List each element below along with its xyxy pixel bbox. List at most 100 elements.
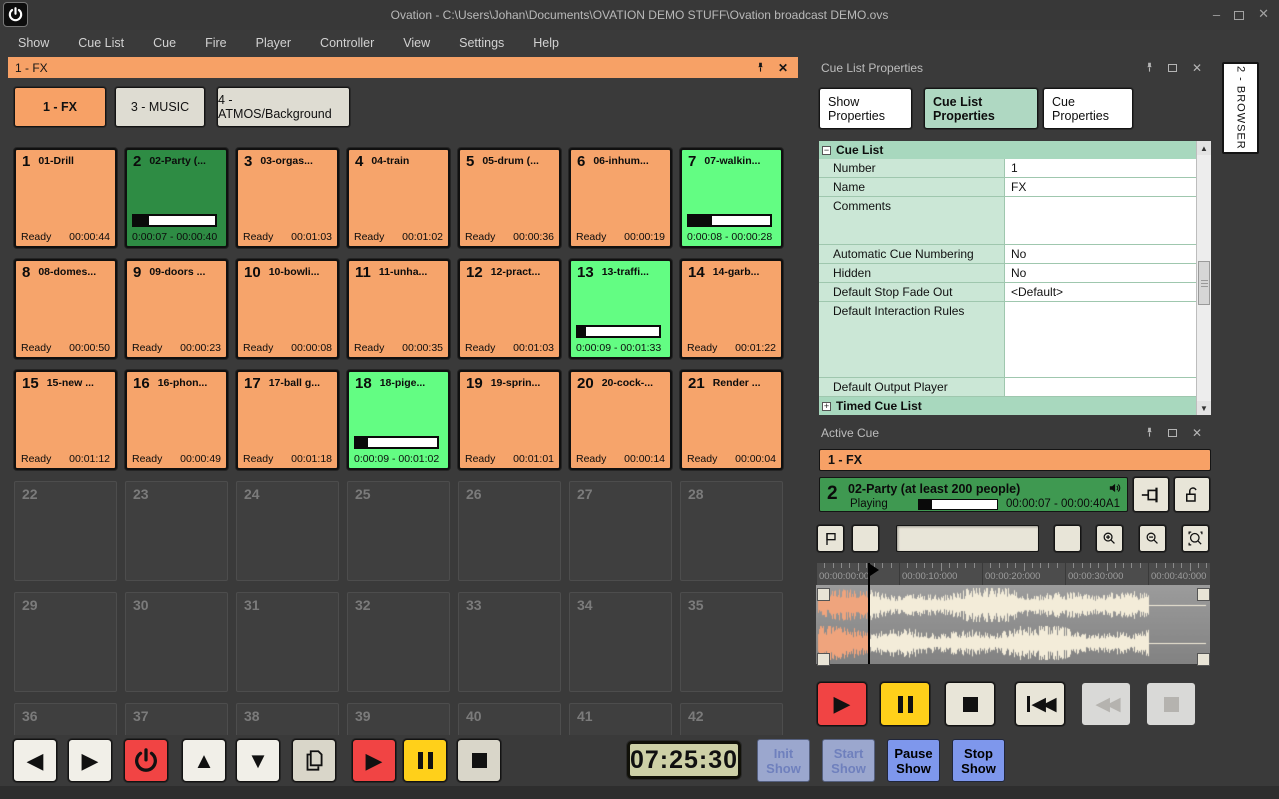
transport-skip-start-button[interactable]: ◀◀	[1015, 682, 1065, 726]
selection-handle-bottom-right[interactable]	[1197, 653, 1210, 666]
close-icon[interactable]: ✕	[1189, 425, 1205, 440]
close-icon[interactable]: ✕	[1189, 60, 1205, 75]
zoom-in-icon[interactable]	[1096, 525, 1123, 552]
pause-show-button[interactable]: Pause Show	[887, 739, 940, 782]
property-value[interactable]	[1004, 302, 1196, 377]
unlock-icon-button[interactable]	[1174, 477, 1210, 512]
cue-button-11[interactable]: 1111-unha...Ready00:00:35	[347, 259, 450, 359]
pin-icon[interactable]	[1141, 425, 1157, 440]
blank-button-2[interactable]	[1054, 525, 1081, 552]
close-icon[interactable]: ✕	[775, 60, 791, 75]
property-value[interactable]	[1004, 378, 1196, 396]
cue-button-12[interactable]: 1212-pract...Ready00:01:03	[458, 259, 561, 359]
cue-slot-28[interactable]: 28	[680, 481, 783, 581]
cue-slot-22[interactable]: 22	[14, 481, 117, 581]
minimize-button[interactable]: –	[1213, 7, 1220, 22]
selection-handle-bottom-left[interactable]	[817, 653, 830, 666]
cue-button-5[interactable]: 505-drum (...Ready00:00:36	[458, 148, 561, 248]
property-value[interactable]: 1	[1004, 159, 1196, 177]
playhead[interactable]	[868, 563, 870, 664]
cue-slot-33[interactable]: 33	[458, 592, 561, 692]
scrollbar-thumb[interactable]	[1198, 261, 1210, 305]
cue-slot-34[interactable]: 34	[569, 592, 672, 692]
browser-side-tab[interactable]: 2 - BROWSER	[1222, 62, 1259, 154]
transport-rewind-button[interactable]: ◀◀	[1081, 682, 1131, 726]
cue-button-3[interactable]: 303-orgas...Ready00:01:03	[236, 148, 339, 248]
property-value[interactable]: No	[1004, 264, 1196, 282]
menu-settings[interactable]: Settings	[459, 36, 504, 50]
cue-list-panel-header[interactable]: 1 - FX ✕	[8, 57, 798, 78]
tab-3-music[interactable]: 3 - MUSIC	[115, 87, 205, 127]
copy-pages-button[interactable]	[292, 739, 336, 782]
maximize-button[interactable]	[1234, 11, 1244, 20]
cue-slot-31[interactable]: 31	[236, 592, 339, 692]
stop-button[interactable]	[457, 739, 501, 782]
previous-cue-button[interactable]: ◀	[13, 739, 57, 782]
cue-button-21[interactable]: 21Render ...Ready00:00:04	[680, 370, 783, 470]
cue-slot-24[interactable]: 24	[236, 481, 339, 581]
cue-slot-39[interactable]: 39	[347, 703, 450, 735]
active-cue-bar[interactable]: 2 02-Party (at least 200 people) Playing…	[819, 477, 1128, 512]
transport-pause-button[interactable]	[880, 682, 930, 726]
property-value[interactable]: FX	[1004, 178, 1196, 196]
cue-slot-29[interactable]: 29	[14, 592, 117, 692]
menu-controller[interactable]: Controller	[320, 36, 374, 50]
pause-button[interactable]	[403, 739, 447, 782]
cue-slot-37[interactable]: 37	[125, 703, 228, 735]
marker-flag-button[interactable]	[817, 525, 844, 552]
close-button[interactable]: ✕	[1258, 6, 1269, 22]
cue-slot-40[interactable]: 40	[458, 703, 561, 735]
cue-slot-41[interactable]: 41	[569, 703, 672, 735]
menu-cue-list[interactable]: Cue List	[78, 36, 124, 50]
panic-power-button[interactable]	[124, 739, 168, 782]
cue-button-16[interactable]: 1616-phon...Ready00:00:49	[125, 370, 228, 470]
menu-player[interactable]: Player	[256, 36, 291, 50]
cue-button-7[interactable]: 707-walkin...0:00:08 - 00:00:28	[680, 148, 783, 248]
selection-handle-top-left[interactable]	[817, 588, 830, 601]
cue-slot-35[interactable]: 35	[680, 592, 783, 692]
cue-slot-42[interactable]: 42	[680, 703, 783, 735]
play-button[interactable]: ▶	[352, 739, 396, 782]
active-cue-panel-header[interactable]: Active Cue ✕	[815, 422, 1211, 443]
property-value[interactable]	[1004, 197, 1196, 244]
maximize-icon[interactable]	[1164, 60, 1180, 75]
menu-view[interactable]: View	[403, 36, 430, 50]
start-show-button[interactable]: Start Show	[822, 739, 875, 782]
cue-properties-button[interactable]: Cue Properties	[1043, 88, 1133, 129]
cue-button-10[interactable]: 1010-bowli...Ready00:00:08	[236, 259, 339, 359]
properties-panel-header[interactable]: Cue List Properties ✕	[815, 57, 1211, 78]
cue-slot-32[interactable]: 32	[347, 592, 450, 692]
move-up-button[interactable]: ▲	[182, 739, 226, 782]
property-group-cue-list[interactable]: −Cue List	[819, 141, 1196, 159]
cue-button-17[interactable]: 1717-ball g...Ready00:01:18	[236, 370, 339, 470]
cue-slot-36[interactable]: 36	[14, 703, 117, 735]
menu-help[interactable]: Help	[533, 36, 559, 50]
cue-list-properties-button[interactable]: Cue List Properties	[924, 88, 1038, 129]
cue-slot-27[interactable]: 27	[569, 481, 672, 581]
cue-button-19[interactable]: 1919-sprin...Ready00:01:01	[458, 370, 561, 470]
scroll-down-icon[interactable]: ▼	[1197, 401, 1211, 415]
cue-button-4[interactable]: 404-trainReady00:01:02	[347, 148, 450, 248]
transport-stop-button[interactable]	[945, 682, 995, 726]
transport-play-button[interactable]: ▶	[817, 682, 867, 726]
timecode-field[interactable]	[896, 525, 1039, 552]
cue-button-2[interactable]: 202-Party (...0:00:07 - 00:00:40	[125, 148, 228, 248]
scroll-up-icon[interactable]: ▲	[1197, 141, 1211, 155]
cue-button-18[interactable]: 1818-pige...0:00:09 - 00:01:02	[347, 370, 450, 470]
next-cue-button[interactable]: ▶	[68, 739, 112, 782]
cue-slot-23[interactable]: 23	[125, 481, 228, 581]
active-cue-list-bar[interactable]: 1 - FX	[819, 449, 1211, 471]
properties-scrollbar[interactable]: ▲ ▼	[1196, 141, 1211, 415]
zoom-fit-icon[interactable]	[1182, 525, 1209, 552]
cue-slot-38[interactable]: 38	[236, 703, 339, 735]
cue-button-6[interactable]: 606-inhum...Ready00:00:19	[569, 148, 672, 248]
zoom-out-icon[interactable]	[1139, 525, 1166, 552]
tab-1-fx[interactable]: 1 - FX	[14, 87, 106, 127]
blank-button-1[interactable]	[852, 525, 879, 552]
menu-show[interactable]: Show	[18, 36, 49, 50]
pin-icon[interactable]	[752, 60, 768, 75]
cue-slot-25[interactable]: 25	[347, 481, 450, 581]
pin-icon[interactable]	[1141, 60, 1157, 75]
show-properties-button[interactable]: Show Properties	[819, 88, 912, 129]
cue-button-9[interactable]: 909-doors ...Ready00:00:23	[125, 259, 228, 359]
